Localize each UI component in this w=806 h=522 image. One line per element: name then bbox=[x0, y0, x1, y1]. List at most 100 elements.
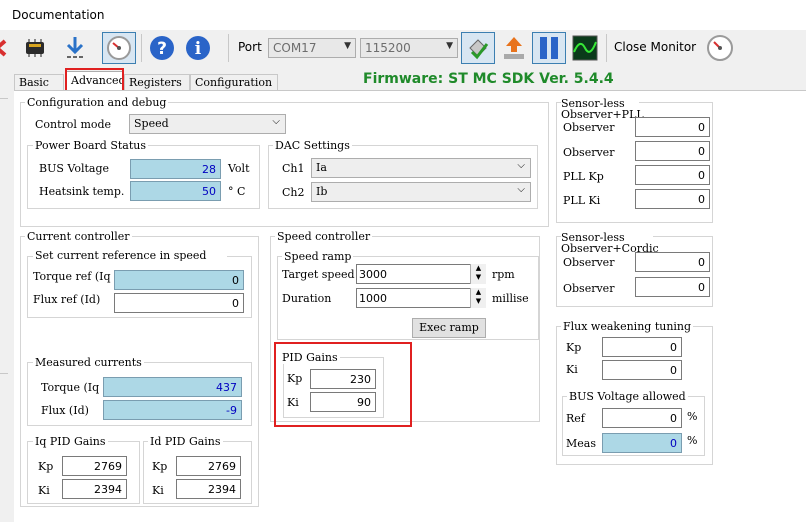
chip-icon[interactable] bbox=[18, 32, 52, 64]
fw-ki-field[interactable]: 0 bbox=[602, 360, 682, 380]
chevron-down-icon: ⌵ bbox=[272, 116, 280, 127]
target-speed-label: Target speed bbox=[282, 268, 355, 281]
iq-kp-field[interactable]: 2769 bbox=[62, 456, 127, 476]
toolbar-separator bbox=[228, 34, 229, 62]
torque-label: Torque (Iq bbox=[41, 381, 100, 394]
iq-ki-label: Ki bbox=[38, 484, 50, 497]
help-icon[interactable]: ? bbox=[145, 32, 179, 64]
close-monitor-label[interactable]: Close Monitor bbox=[614, 40, 696, 54]
observer-pll-field[interactable]: 0 bbox=[635, 141, 710, 161]
target-speed-spinner[interactable]: ▲ ▼ bbox=[470, 264, 486, 284]
control-mode-value: Speed bbox=[134, 117, 169, 130]
left-strip bbox=[0, 68, 14, 521]
observer-pll-field[interactable]: 0 bbox=[635, 117, 710, 137]
observer-cordic-row-label: Observer bbox=[563, 282, 615, 295]
gauge-icon[interactable] bbox=[102, 32, 136, 64]
heatsink-label: Heatsink temp. bbox=[39, 185, 125, 198]
download-icon[interactable] bbox=[58, 32, 92, 64]
ch2-value: Ib bbox=[316, 185, 328, 198]
pll-kp-field[interactable]: 0 bbox=[635, 165, 710, 185]
id-kp-field[interactable]: 2769 bbox=[176, 456, 241, 476]
torque-ref-label: Torque ref (Iq bbox=[33, 270, 111, 283]
id-pid-title: Id PID Gains bbox=[148, 435, 223, 448]
ch1-value: Ia bbox=[316, 161, 327, 174]
divider bbox=[0, 98, 8, 99]
speed-ramp-title: Speed ramp bbox=[282, 250, 354, 263]
baud-select[interactable]: 115200 ▼ bbox=[360, 38, 458, 58]
torque-ref-field[interactable]: 0 bbox=[114, 270, 244, 290]
observer-pll-title: Sensor-less Observer+PLL bbox=[561, 97, 644, 121]
stop-icon[interactable] bbox=[0, 32, 8, 64]
ref-field[interactable]: 0 bbox=[602, 408, 682, 428]
id-kp-label: Kp bbox=[152, 460, 168, 473]
meas-label: Meas bbox=[566, 437, 596, 450]
baud-value: 115200 bbox=[365, 41, 411, 55]
fw-kp-label: Kp bbox=[566, 341, 582, 354]
bus-voltage-allowed-title: BUS Voltage allowed bbox=[567, 390, 688, 403]
ch1-select[interactable]: Ia ⌵ bbox=[311, 158, 531, 178]
ref-unit: % bbox=[687, 410, 698, 423]
observer-cordic-title: Sensor-less Observer+Cordic bbox=[561, 231, 659, 255]
oscilloscope-icon[interactable] bbox=[568, 32, 602, 64]
observer-cordic-row-label: Observer bbox=[563, 256, 615, 269]
bus-voltage-label: BUS Voltage bbox=[39, 162, 109, 175]
port-label: Port bbox=[238, 40, 262, 54]
connect-icon[interactable] bbox=[461, 32, 495, 64]
ch1-label: Ch1 bbox=[282, 162, 305, 175]
flux-ref-label: Flux ref (Id) bbox=[33, 293, 101, 306]
highlight-box bbox=[65, 68, 124, 92]
id-ki-label: Ki bbox=[152, 484, 164, 497]
chevron-down-icon: ⌵ bbox=[517, 160, 525, 171]
divider bbox=[0, 373, 8, 374]
flux-ref-field[interactable]: 0 bbox=[114, 293, 244, 313]
pll-ki-field[interactable]: 0 bbox=[635, 189, 710, 209]
duration-label: Duration bbox=[282, 292, 332, 305]
upload-icon[interactable] bbox=[497, 32, 531, 64]
menu-documentation[interactable]: Documentation bbox=[12, 8, 105, 22]
tab-configuration[interactable]: Configuration bbox=[190, 74, 278, 90]
pause-icon[interactable] bbox=[532, 32, 566, 64]
heatsink-field: 50 bbox=[130, 181, 221, 201]
heatsink-unit: ° C bbox=[228, 185, 246, 198]
tab-basic[interactable]: Basic bbox=[14, 74, 64, 90]
measured-currents-title: Measured currents bbox=[33, 356, 144, 369]
pll-kp-label: PLL Kp bbox=[563, 170, 604, 183]
duration-spinner[interactable]: ▲ ▼ bbox=[470, 288, 486, 308]
flux-label: Flux (Id) bbox=[41, 404, 89, 417]
bus-voltage-field: 28 bbox=[130, 159, 221, 179]
target-speed-unit: rpm bbox=[492, 268, 515, 281]
observer-cordic-field[interactable]: 0 bbox=[635, 277, 710, 297]
iq-pid-title: Iq PID Gains bbox=[33, 435, 108, 448]
iq-ki-field[interactable]: 2394 bbox=[62, 479, 127, 499]
target-speed-field[interactable]: 3000 bbox=[356, 264, 486, 284]
power-board-title: Power Board Status bbox=[33, 139, 148, 152]
torque-field: 437 bbox=[103, 377, 242, 397]
gauge-icon[interactable] bbox=[703, 32, 737, 64]
ch2-label: Ch2 bbox=[282, 186, 305, 199]
id-ki-field[interactable]: 2394 bbox=[176, 479, 241, 499]
config-debug-title: Configuration and debug bbox=[25, 96, 169, 109]
port-select[interactable]: COM17 ▼ bbox=[268, 38, 356, 58]
ch2-select[interactable]: Ib ⌵ bbox=[311, 182, 531, 202]
exec-ramp-button[interactable]: Exec ramp bbox=[412, 318, 486, 338]
set-current-ref-title: Set current reference in speed mode bbox=[33, 250, 227, 261]
info-icon[interactable]: i bbox=[181, 32, 215, 64]
control-mode-select[interactable]: Speed ⌵ bbox=[129, 114, 286, 134]
port-value: COM17 bbox=[273, 41, 317, 55]
observer-cordic-field[interactable]: 0 bbox=[635, 252, 710, 272]
control-mode-label: Control mode bbox=[35, 118, 112, 131]
svg-text:i: i bbox=[195, 39, 202, 59]
meas-unit: % bbox=[687, 434, 698, 447]
chevron-down-icon: ⌵ bbox=[517, 184, 525, 195]
firmware-version: Firmware: ST MC SDK Ver. 5.4.4 bbox=[363, 71, 614, 87]
tab-registers[interactable]: Registers bbox=[124, 74, 190, 90]
fw-kp-field[interactable]: 0 bbox=[602, 337, 682, 357]
duration-field[interactable]: 1000 bbox=[356, 288, 486, 308]
observer-pll-row-label: Observer bbox=[563, 146, 615, 159]
highlight-box bbox=[274, 342, 412, 427]
chevron-down-icon: ▼ bbox=[344, 41, 351, 51]
pll-ki-label: PLL Ki bbox=[563, 194, 601, 207]
svg-text:?: ? bbox=[157, 39, 167, 59]
flux-field: -9 bbox=[103, 400, 242, 420]
toolbar-separator bbox=[141, 34, 142, 62]
